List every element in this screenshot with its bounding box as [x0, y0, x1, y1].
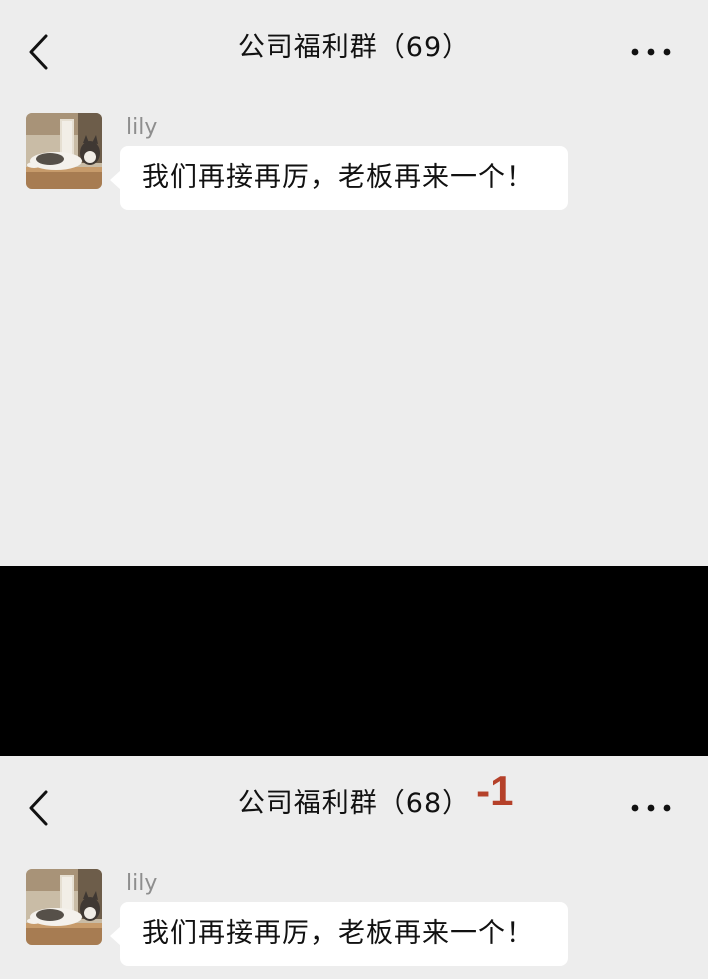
message-bubble[interactable]: 我们再接再厉，老板再来一个！: [120, 902, 568, 966]
nav-bar: 公司福利群（68） -1: [0, 756, 708, 856]
cat-avatar-image: [26, 113, 102, 189]
divider-band: [0, 566, 708, 756]
chat-screen-before: 公司福利群（69） lily 我们再接再厉，老板再来一个！: [0, 0, 708, 566]
more-dots-icon: [631, 804, 671, 812]
more-dots-icon: [631, 48, 671, 56]
nav-bar: 公司福利群（69）: [0, 0, 708, 100]
message-row: lily 我们再接再厉，老板再来一个！: [0, 110, 708, 220]
more-options-button[interactable]: [628, 794, 674, 822]
message-row: lily 我们再接再厉，老板再来一个！: [0, 866, 708, 976]
group-title-wrap: 公司福利群（68） -1: [237, 770, 514, 824]
more-options-button[interactable]: [628, 38, 674, 66]
chat-screen-after: 公司福利群（68） -1 lily 我们再接再厉，老板再来一个！: [0, 756, 708, 979]
avatar[interactable]: [26, 869, 102, 945]
group-title: 公司福利群（69）: [237, 32, 471, 63]
avatar[interactable]: [26, 113, 102, 189]
member-delta-badge: -1: [476, 767, 514, 814]
group-title: 公司福利群（68）: [237, 788, 471, 819]
message-bubble[interactable]: 我们再接再厉，老板再来一个！: [120, 146, 568, 210]
sender-name: lily: [126, 115, 158, 140]
sender-name: lily: [126, 871, 158, 896]
cat-avatar-image: [26, 869, 102, 945]
